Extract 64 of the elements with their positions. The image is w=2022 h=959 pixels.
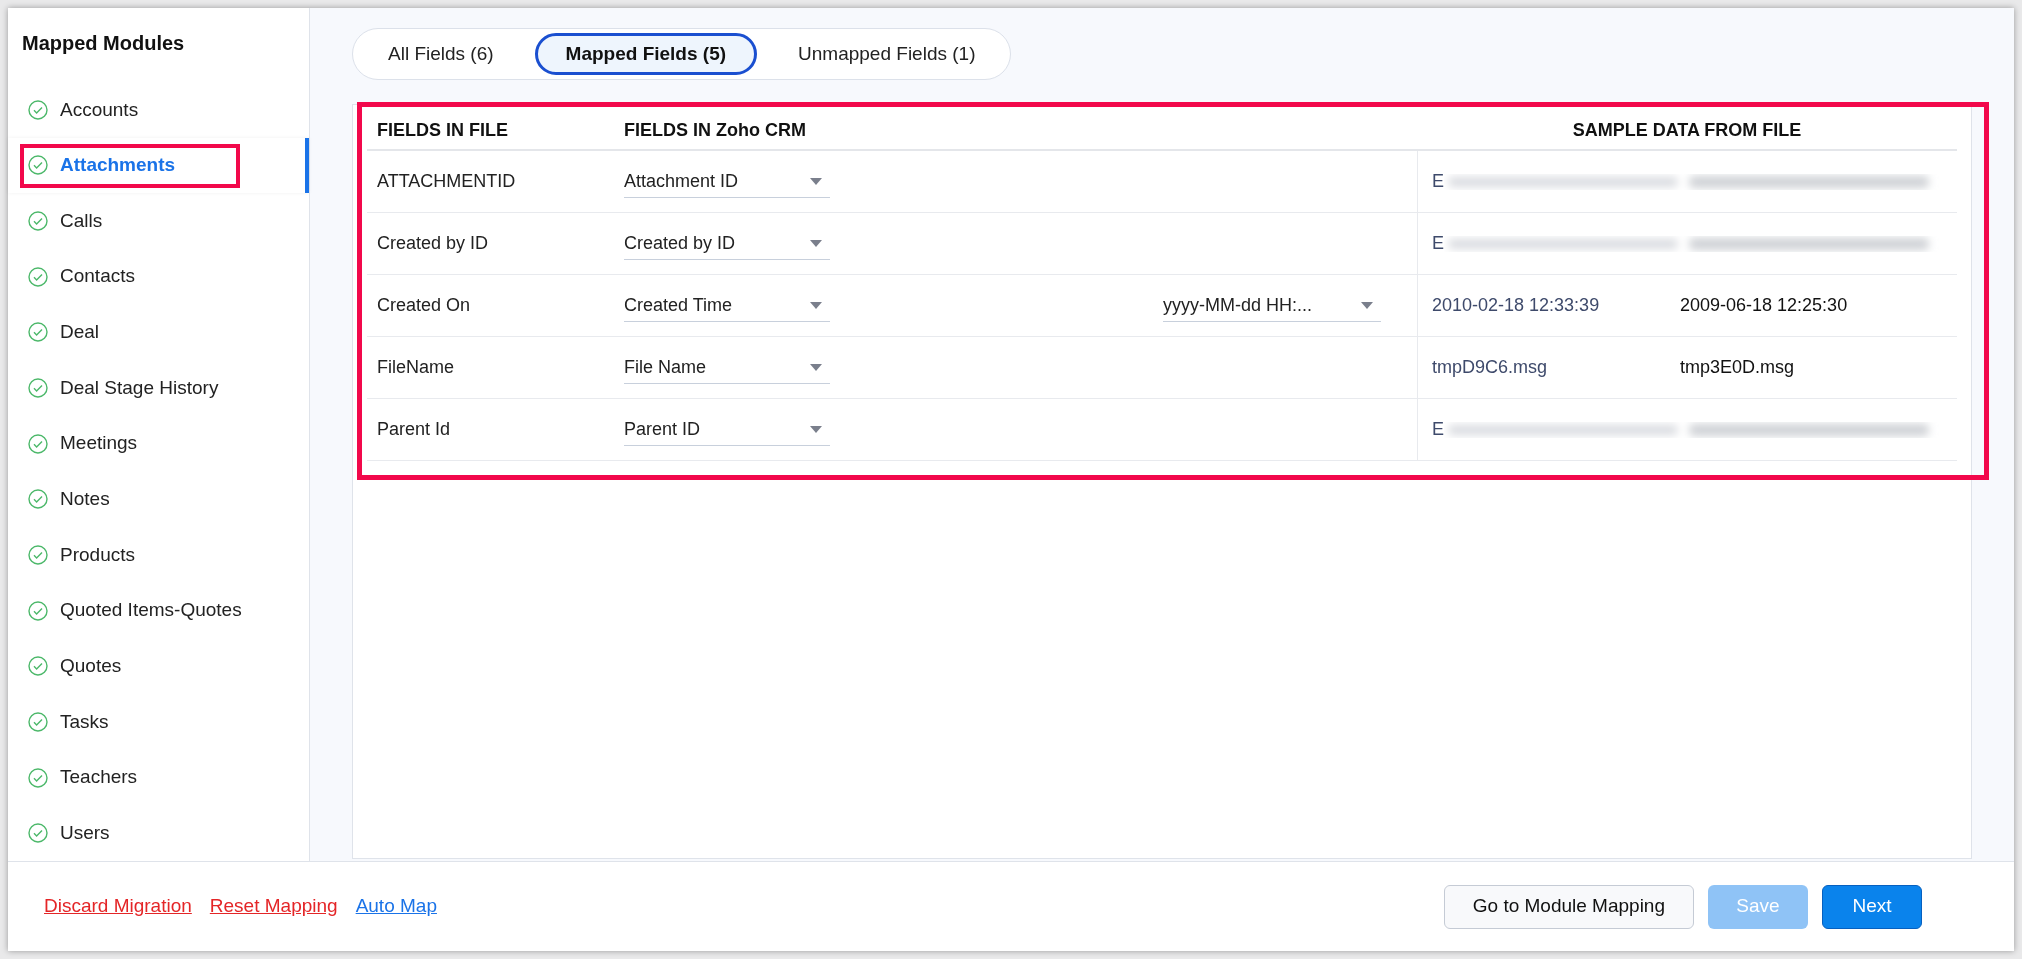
filter-tab[interactable]: Unmapped Fields (1) (767, 33, 1007, 75)
check-circle-icon (28, 155, 48, 176)
table-cell-text: E (1432, 418, 1444, 441)
table-cell: Created by ID (377, 233, 489, 253)
table-cell-text: tmpD9C6.msg (1432, 356, 1549, 379)
field-dropdown[interactable]: Created by ID (624, 227, 830, 260)
check-circle-icon (28, 544, 48, 565)
column-header: FIELDS IN FILE (377, 119, 508, 140)
sidebar-item[interactable]: Teachers (8, 749, 309, 806)
table-cell: ATTACHMENTID (377, 171, 516, 191)
caret-icon (810, 301, 822, 309)
footer-button[interactable]: Next (1822, 884, 1922, 929)
sidebar-item[interactable]: Accounts (8, 82, 309, 138)
check-circle-icon (28, 378, 48, 398)
sidebar-title: Mapped Modules (21, 31, 186, 56)
check-circle-icon (28, 489, 48, 510)
field-dropdown[interactable]: Parent ID (624, 413, 830, 446)
sidebar-item[interactable]: Deal Stage History (8, 360, 309, 416)
check-circle-icon (28, 767, 48, 788)
check-circle-icon (28, 433, 48, 454)
footer-link[interactable]: Reset Mapping (209, 892, 338, 921)
table-cell-text: 2009-06-18 12:25:30 (1680, 294, 1849, 317)
table-cell-text: E (1432, 232, 1444, 255)
check-circle-icon (28, 266, 48, 287)
table-cell: Parent Id (377, 419, 451, 439)
check-circle-icon (28, 711, 48, 732)
table-cell: FileName (377, 357, 455, 377)
table-cell-text: E (1432, 170, 1444, 193)
table-cell-text: 2010-02-18 12:33:39 (1432, 294, 1601, 317)
field-dropdown[interactable]: Created Time (624, 289, 830, 322)
filter-tab[interactable]: Mapped Fields (5) (534, 33, 758, 75)
footer-link[interactable]: Discard Migration (44, 892, 192, 921)
column-header: SAMPLE DATA FROM FILE (1572, 118, 1802, 142)
sidebar-item[interactable]: Contacts (8, 248, 309, 305)
field-dropdown[interactable]: File Name (624, 351, 830, 384)
check-circle-icon (28, 211, 48, 232)
caret-icon (1361, 301, 1373, 309)
sidebar-item[interactable]: Notes (8, 471, 309, 528)
sidebar-item[interactable]: Attachments (8, 137, 309, 194)
field-dropdown[interactable]: Attachment ID (624, 165, 830, 198)
sidebar-item[interactable]: Quoted Items-Quotes (8, 582, 309, 639)
sidebar-item[interactable]: Users (8, 805, 309, 861)
footer-link[interactable]: Auto Map (355, 892, 437, 921)
check-circle-icon (28, 600, 48, 621)
caret-icon (810, 363, 822, 371)
caret-icon (810, 425, 822, 433)
column-header: FIELDS IN Zoho CRM (624, 119, 806, 140)
caret-icon (810, 239, 822, 247)
check-circle-icon (28, 99, 48, 120)
sidebar-item[interactable]: Calls (8, 193, 309, 249)
check-circle-icon (28, 656, 48, 677)
sidebar-item[interactable]: Quotes (8, 638, 309, 695)
sidebar-item[interactable]: Products (8, 527, 309, 583)
caret-icon (810, 177, 822, 185)
table-cell: Created On (377, 295, 471, 315)
check-circle-icon (28, 322, 48, 343)
sidebar-item[interactable]: Deal (8, 304, 309, 361)
footer-button[interactable]: Go to Module Mapping (1443, 884, 1694, 929)
table-cell-text: tmp3E0D.msg (1680, 356, 1796, 379)
sidebar-item[interactable]: Tasks (8, 694, 309, 750)
sidebar-item[interactable]: Meetings (8, 415, 309, 472)
check-circle-icon (28, 823, 48, 844)
filter-tab[interactable]: All Fields (6) (357, 33, 525, 75)
format-dropdown[interactable]: yyyy-MM-dd HH:... (1163, 289, 1381, 322)
